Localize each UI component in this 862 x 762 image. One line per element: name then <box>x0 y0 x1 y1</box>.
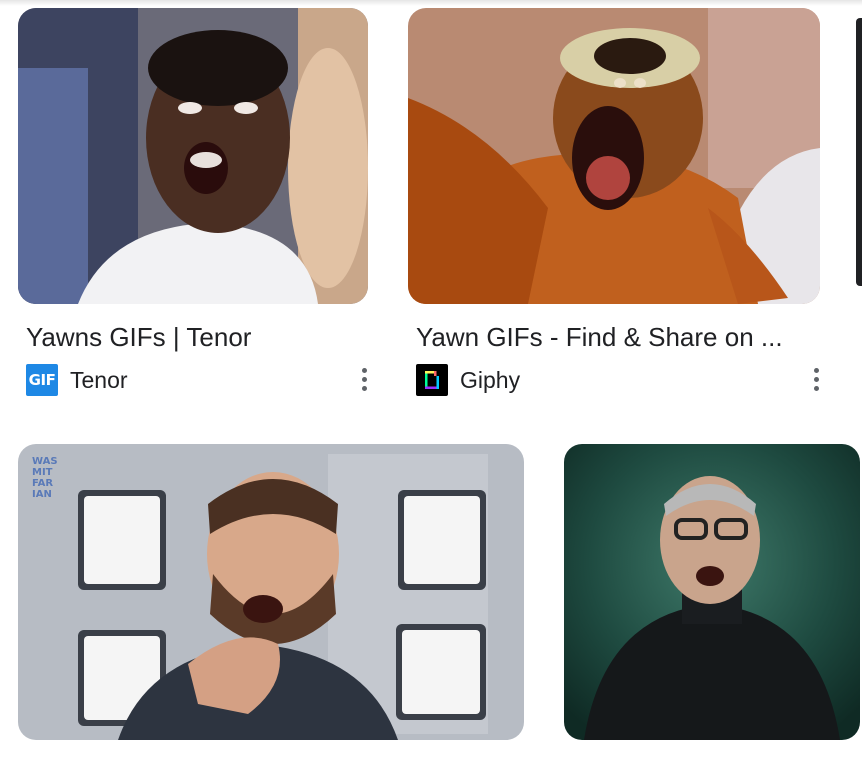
result-image-2[interactable] <box>408 8 820 304</box>
result-image-4[interactable] <box>564 444 860 740</box>
yawning-bearded-man-thumbnail <box>18 444 524 740</box>
tenor-gif-icon: GIF <box>26 364 58 396</box>
more-options-button-2[interactable] <box>804 361 828 397</box>
result-source-1[interactable]: GIF Tenor <box>26 364 128 396</box>
result-title-2[interactable]: Yawn GIFs - Find & Share on ... <box>416 322 806 353</box>
giphy-icon <box>416 364 448 396</box>
yawning-sloth-thumbnail <box>408 8 820 304</box>
source-name: Giphy <box>460 366 521 393</box>
top-bar-shadow <box>0 0 862 6</box>
source-name: Tenor <box>70 366 128 393</box>
result-image-3[interactable]: WAS MIT FAR IAN <box>18 444 524 740</box>
yawning-man-thumbnail <box>18 8 368 304</box>
more-options-button-1[interactable] <box>352 361 376 397</box>
watermark-logo: WAS MIT FAR IAN <box>32 456 58 500</box>
surprised-man-thumbnail <box>564 444 860 740</box>
result-source-2[interactable]: Giphy <box>416 364 520 396</box>
next-result-image-edge[interactable] <box>856 18 862 286</box>
result-title-1[interactable]: Yawns GIFs | Tenor <box>26 322 366 353</box>
result-image-1[interactable] <box>18 8 368 304</box>
